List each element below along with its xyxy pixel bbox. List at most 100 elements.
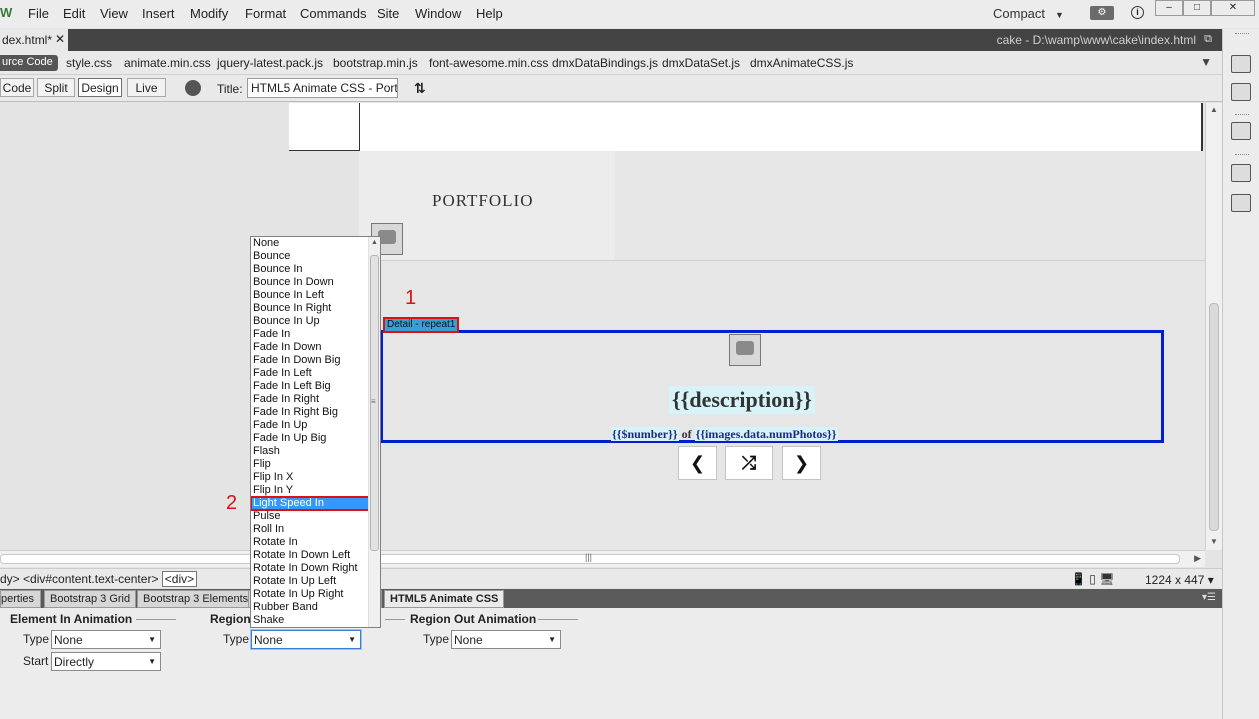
menu-window[interactable]: Window xyxy=(415,6,461,21)
scroll-up-icon[interactable]: ▲ xyxy=(1210,105,1218,114)
tab-properties[interactable]: perties xyxy=(0,590,41,608)
animation-type-dropdown[interactable]: None Bounce Bounce In Bounce In Down Bounce … xyxy=(250,236,381,628)
scrollbar-thumb[interactable] xyxy=(1209,303,1219,531)
minimize-button[interactable]: – xyxy=(1155,0,1183,16)
dropdown-option[interactable]: Rotate In Up Left xyxy=(251,575,380,588)
dropdown-scrollbar[interactable]: ▲ ≡ xyxy=(368,237,380,627)
vertical-scrollbar[interactable]: ▲ ▼ xyxy=(1205,103,1222,550)
dropdown-option[interactable]: Rotate In Down Left xyxy=(251,549,380,562)
dropdown-option[interactable]: Pulse xyxy=(251,510,380,523)
dropdown-option[interactable]: Bounce In Right xyxy=(251,302,380,315)
region-in-type-select[interactable]: None ▼ xyxy=(251,630,361,649)
preview-browser-icon[interactable] xyxy=(185,80,201,96)
photo-counter[interactable]: {{$number}} of {{images.data.numPhotos}} xyxy=(611,427,838,442)
dropdown-option[interactable]: Flash xyxy=(251,445,380,458)
menu-commands[interactable]: Commands xyxy=(300,6,366,21)
portfolio-heading[interactable]: PORTFOLIO xyxy=(432,191,534,211)
description-binding[interactable]: {{description}} xyxy=(669,386,815,414)
sync-settings-icon[interactable]: ⚙ xyxy=(1090,6,1114,20)
file-transfer-icon[interactable]: ⇅ xyxy=(414,80,426,97)
dropdown-option[interactable]: Fade In xyxy=(251,328,380,341)
image-placeholder-icon[interactable] xyxy=(729,334,761,366)
menu-help[interactable]: Help xyxy=(476,6,503,21)
dropdown-option[interactable]: Bounce In Up xyxy=(251,315,380,328)
dropdown-option[interactable]: Fade In Up xyxy=(251,419,380,432)
tab-html5-animate-css[interactable]: HTML5 Animate CSS xyxy=(384,590,505,608)
code-inspect-icon[interactable] xyxy=(1231,122,1251,140)
workspace-switcher[interactable]: Compact ▼ xyxy=(993,6,1064,21)
dom-tree-icon[interactable] xyxy=(1231,164,1251,182)
design-view-button[interactable]: Design xyxy=(78,78,122,97)
dropdown-option[interactable]: Shake xyxy=(251,614,380,627)
tag-body[interactable]: dy> xyxy=(0,572,20,586)
database-icon[interactable] xyxy=(1231,55,1251,73)
page-title-input[interactable]: HTML5 Animate CSS - Portfolio xyxy=(247,78,398,98)
dropdown-option[interactable]: Fade In Left xyxy=(251,367,380,380)
dropdown-option[interactable]: None xyxy=(251,237,380,250)
related-file[interactable]: font-awesome.min.css xyxy=(429,56,548,70)
dropdown-option[interactable]: Bounce In Left xyxy=(251,289,380,302)
dropdown-option[interactable]: Fade In Right xyxy=(251,393,380,406)
scroll-right-icon[interactable]: ▶ xyxy=(1194,553,1201,564)
dropdown-option[interactable]: Fade In Up Big xyxy=(251,432,380,445)
close-window-button[interactable]: ✕ xyxy=(1211,0,1255,16)
next-button[interactable]: ❯ xyxy=(782,446,821,480)
menu-edit[interactable]: Edit xyxy=(63,6,85,21)
panel-menu-icon[interactable]: ▾☰ xyxy=(1202,592,1216,603)
related-file[interactable]: style.css xyxy=(66,56,112,70)
filter-icon[interactable]: ▼ xyxy=(1200,55,1212,69)
shuffle-button[interactable]: ⤮ xyxy=(725,446,773,480)
dropdown-option[interactable]: Fade In Down xyxy=(251,341,380,354)
snippets-icon[interactable] xyxy=(1231,194,1251,212)
document-tab[interactable]: dex.html* ✕ xyxy=(0,29,68,51)
related-file[interactable]: dmxDataBindings.js xyxy=(552,56,658,70)
dropdown-option[interactable]: Light Speed In xyxy=(251,496,380,511)
menu-insert[interactable]: Insert xyxy=(142,6,175,21)
menu-site[interactable]: Site xyxy=(377,6,399,21)
dropdown-option[interactable]: Flip In Y xyxy=(251,484,380,497)
window-size[interactable]: 1224 x 447 ▾ xyxy=(1145,573,1214,587)
scroll-up-icon[interactable]: ▲ xyxy=(371,239,378,246)
dropdown-option[interactable]: Flip In X xyxy=(251,471,380,484)
maximize-button[interactable]: □ xyxy=(1183,0,1211,16)
top-box-element[interactable] xyxy=(289,103,360,151)
close-tab-icon[interactable]: ✕ xyxy=(55,32,65,46)
dropdown-option[interactable]: Fade In Down Big xyxy=(251,354,380,367)
menu-format[interactable]: Format xyxy=(245,6,286,21)
dropdown-option[interactable]: Rotate In Down Right xyxy=(251,562,380,575)
related-file[interactable]: jquery-latest.pack.js xyxy=(217,56,323,70)
related-file[interactable]: animate.min.css xyxy=(124,56,211,70)
menu-file[interactable]: File xyxy=(28,6,49,21)
tab-bootstrap-3-grid[interactable]: Bootstrap 3 Grid xyxy=(44,590,137,608)
live-view-button[interactable]: Live xyxy=(127,78,166,97)
element-in-start-select[interactable]: Directly ▼ xyxy=(51,652,161,671)
dropdown-option[interactable]: Bounce xyxy=(251,250,380,263)
element-in-type-select[interactable]: None ▼ xyxy=(51,630,161,649)
tag-div-current[interactable]: <div> xyxy=(161,571,198,587)
code-view-button[interactable]: Code xyxy=(0,78,34,97)
tag-div-content[interactable]: <div#content.text-center> xyxy=(23,572,158,586)
dropdown-option[interactable]: Fade In Right Big xyxy=(251,406,380,419)
dropdown-option[interactable]: Fade In Left Big xyxy=(251,380,380,393)
related-file[interactable]: bootstrap.min.js xyxy=(333,56,418,70)
dropdown-option[interactable]: Bounce In Down xyxy=(251,276,380,289)
split-view-button[interactable]: Split xyxy=(37,78,75,97)
dropdown-option[interactable]: Rotate In Up Right xyxy=(251,588,380,601)
device-preview-icons[interactable]: 📱 ▯ 🖥 xyxy=(1071,572,1114,586)
detail-region-label[interactable]: Detail - repeat1 xyxy=(383,317,460,333)
scroll-down-icon[interactable]: ▼ xyxy=(1210,537,1218,546)
region-out-type-select[interactable]: None ▼ xyxy=(451,630,561,649)
info-icon[interactable]: i xyxy=(1131,6,1144,19)
dropdown-option[interactable]: Rubber Band xyxy=(251,601,380,614)
dropdown-option[interactable]: Roll In xyxy=(251,523,380,536)
menu-modify[interactable]: Modify xyxy=(190,6,228,21)
horizontal-scrollbar[interactable]: ||| ▶ xyxy=(0,550,1205,567)
dropdown-option[interactable]: Bounce In xyxy=(251,263,380,276)
previous-button[interactable]: ❮ xyxy=(678,446,717,480)
menu-view[interactable]: View xyxy=(100,6,128,21)
tab-bootstrap-3-elements[interactable]: Bootstrap 3 Elements xyxy=(137,590,255,608)
design-view[interactable]: PORTFOLIO 1 Detail - repeat1 {{descripti… xyxy=(0,103,1205,550)
dropdown-option[interactable]: Rotate In xyxy=(251,536,380,549)
related-file[interactable]: dmxAnimateCSS.js xyxy=(750,56,853,70)
files-icon[interactable] xyxy=(1231,83,1251,101)
